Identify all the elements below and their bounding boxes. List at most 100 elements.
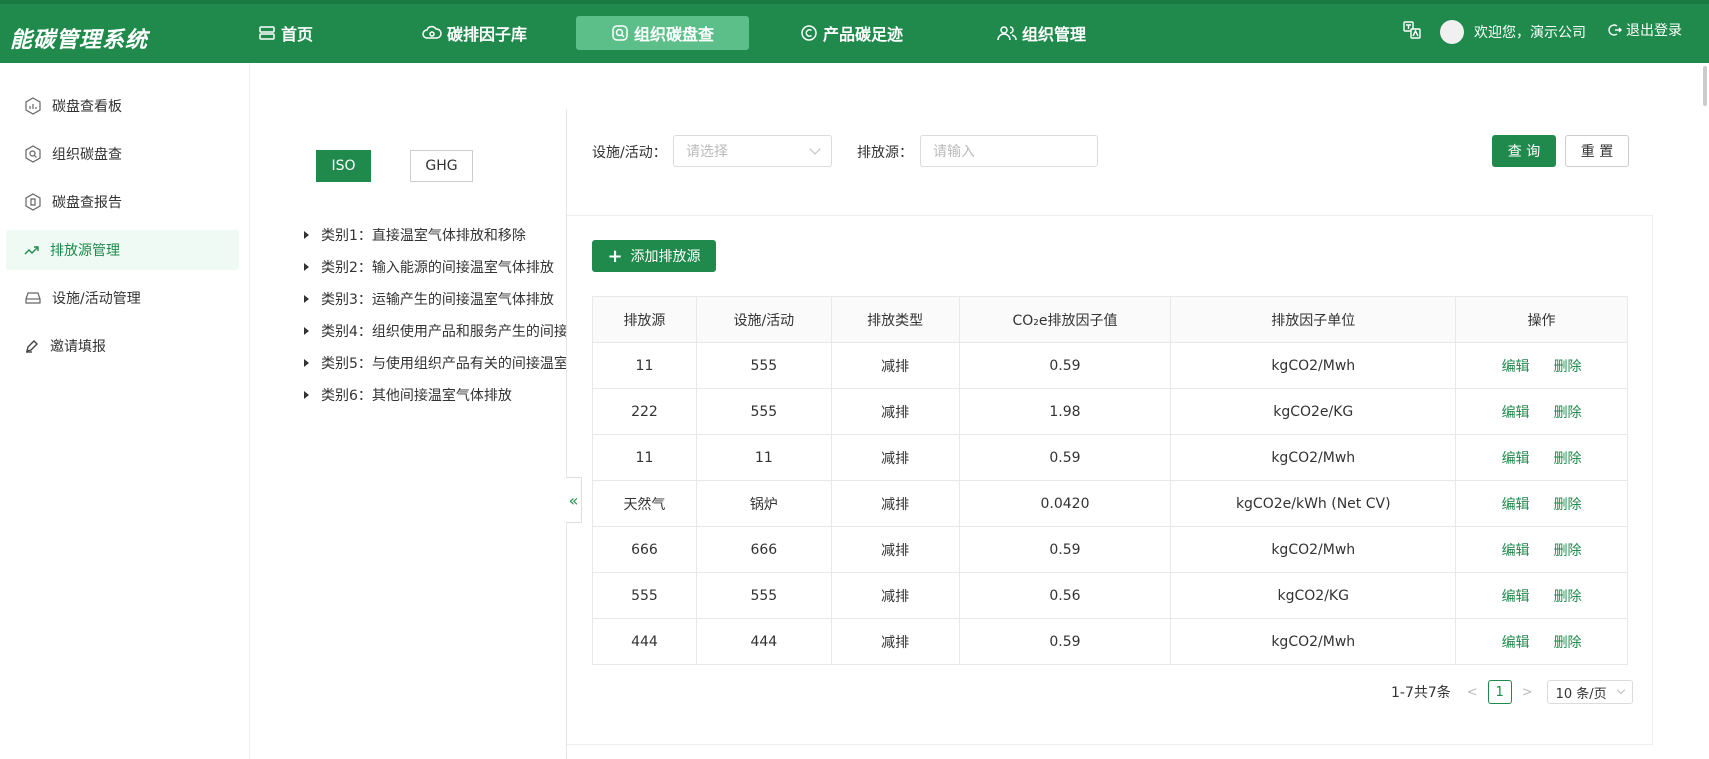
edit-link[interactable]: 编辑	[1502, 543, 1530, 559]
source-filter-label: 排放源：	[857, 145, 913, 161]
nav-org-management[interactable]: 组织管理	[983, 16, 1100, 50]
cell-type: 减排	[830, 388, 960, 435]
cell-factor: 0.0420	[958, 480, 1172, 527]
tree-item-label: 类别4：组织使用产品和服务产生的间接温室气体排放	[321, 324, 566, 340]
logout-icon	[1608, 24, 1622, 36]
nav-emission-factors[interactable]: 碳排因子库	[408, 16, 541, 50]
cell-actions: 编辑 删除	[1455, 434, 1628, 481]
pen-icon	[26, 340, 38, 353]
table-row: 222 555 减排 1.98 kgCO2e/KG 编辑 删除	[592, 388, 1628, 435]
language-switch[interactable]	[1402, 20, 1422, 40]
cell-facility: 555	[695, 388, 832, 435]
logout-button[interactable]: 退出登录	[1608, 20, 1682, 40]
page-number-button[interactable]: 1	[1487, 680, 1512, 704]
top-navbar: 能碳管理系统 首页 碳排因子库 组织碳盘查 产品碳足迹 组织管理 欢迎您，演示公…	[0, 0, 1709, 63]
edit-link[interactable]: 编辑	[1502, 497, 1530, 513]
cell-factor: 0.59	[958, 434, 1172, 481]
cell-type: 减排	[830, 526, 960, 573]
emission-source-table: 排放源 设施/活动 排放类型 CO₂e排放因子值 排放因子单位 操作 11 55…	[592, 296, 1628, 665]
cell-facility: 11	[695, 434, 832, 481]
nav-product-footprint[interactable]: 产品碳足迹	[786, 16, 917, 50]
prev-page-button[interactable]: <	[1467, 685, 1478, 700]
sidebar-item-dashboard[interactable]: 碳盘查看板	[6, 86, 239, 126]
tree-item-category-5[interactable]: 类别5：与使用组织产品有关的间接温室气体排放	[304, 353, 566, 373]
add-source-button[interactable]: + 添加排放源	[592, 240, 716, 272]
cell-facility: 555	[695, 342, 832, 389]
search-circle-icon	[612, 25, 628, 41]
query-button[interactable]: 查 询	[1492, 135, 1556, 167]
cell-source: 天然气	[592, 480, 697, 527]
tree-item-category-2[interactable]: 类别2：输入能源的间接温室气体排放	[304, 257, 566, 277]
user-info[interactable]: 欢迎您，演示公司	[1440, 20, 1586, 44]
cell-source: 555	[592, 572, 697, 619]
cell-type: 减排	[830, 480, 960, 527]
table-header-row: 排放源 设施/活动 排放类型 CO₂e排放因子值 排放因子单位 操作	[592, 296, 1628, 343]
cell-actions: 编辑 删除	[1455, 618, 1628, 665]
column-header: 操作	[1455, 296, 1628, 343]
chevron-down-icon	[1616, 685, 1625, 695]
pagination-summary: 1-7共7条	[1391, 685, 1451, 701]
cell-actions: 编辑 删除	[1455, 342, 1628, 389]
chart-hexagon-icon	[25, 97, 41, 115]
cell-factor: 0.59	[958, 526, 1172, 573]
avatar	[1440, 20, 1464, 44]
iso-standard-button[interactable]: ISO	[316, 150, 371, 182]
cell-source: 11	[592, 342, 697, 389]
column-header: 排放类型	[830, 296, 960, 343]
drive-icon	[25, 292, 41, 304]
tree-item-category-3[interactable]: 类别3：运输产生的间接温室气体排放	[304, 289, 566, 309]
delete-link[interactable]: 删除	[1554, 359, 1582, 375]
edit-link[interactable]: 编辑	[1502, 451, 1530, 467]
cell-type: 减排	[830, 572, 960, 619]
page-scrollbar[interactable]	[1703, 66, 1707, 106]
facility-select[interactable]: 请选择	[673, 135, 832, 167]
sidebar-item-facilities[interactable]: 设施/活动管理	[6, 278, 239, 318]
tree-item-label: 类别2：输入能源的间接温室气体排放	[321, 260, 554, 276]
cell-factor: 0.56	[958, 572, 1172, 619]
nav-org-inventory[interactable]: 组织碳盘查	[576, 16, 749, 50]
tree-item-category-4[interactable]: 类别4：组织使用产品和服务产生的间接温室气体排放	[304, 321, 566, 341]
cell-actions: 编辑 删除	[1455, 526, 1628, 573]
sidebar: 碳盘查看板 组织碳盘查 碳盘查报告 排放源管理 设施/活动管理 邀请填报	[0, 63, 250, 759]
sidebar-item-emission-sources[interactable]: 排放源管理	[6, 230, 239, 270]
next-page-button[interactable]: >	[1522, 685, 1533, 700]
tree-item-category-1[interactable]: 类别1：直接温室气体排放和移除	[304, 225, 566, 245]
cell-source: 444	[592, 618, 697, 665]
cell-factor: 0.59	[958, 618, 1172, 665]
sidebar-item-report[interactable]: 碳盘查报告	[6, 182, 239, 222]
cell-unit: kgCO2/Mwh	[1170, 434, 1457, 481]
welcome-text: 欢迎您，演示公司	[1474, 25, 1586, 41]
table-row: 天然气 锅炉 减排 0.0420 kgCO2e/kWh (Net CV) 编辑 删…	[592, 480, 1628, 527]
tree-item-label: 类别6：其他间接温室气体排放	[321, 388, 512, 404]
tree-item-category-6[interactable]: 类别6：其他间接温室气体排放	[304, 385, 566, 405]
page-size-select[interactable]: 10 条/页	[1546, 680, 1633, 704]
cell-source: 11	[592, 434, 697, 481]
source-input[interactable]: 请输入	[920, 135, 1098, 167]
cell-unit: kgCO2/Mwh	[1170, 618, 1457, 665]
edit-link[interactable]: 编辑	[1502, 589, 1530, 605]
delete-link[interactable]: 删除	[1554, 635, 1582, 651]
facility-filter-label: 设施/活动：	[592, 145, 667, 161]
translate-icon	[1403, 21, 1421, 39]
nav-home[interactable]: 首页	[244, 16, 327, 50]
cell-type: 减排	[830, 434, 960, 481]
ghg-standard-button[interactable]: GHG	[410, 150, 473, 182]
cell-actions: 编辑 删除	[1455, 388, 1628, 435]
edit-link[interactable]: 编辑	[1502, 635, 1530, 651]
caret-right-icon	[304, 295, 309, 303]
server-icon	[259, 26, 275, 40]
sidebar-item-org-inventory[interactable]: 组织碳盘查	[6, 134, 239, 174]
delete-link[interactable]: 删除	[1554, 451, 1582, 467]
cell-facility: 锅炉	[695, 480, 832, 527]
cell-facility: 444	[695, 618, 832, 665]
delete-link[interactable]: 删除	[1554, 497, 1582, 513]
reset-button[interactable]: 重 置	[1565, 135, 1629, 167]
edit-link[interactable]: 编辑	[1502, 405, 1530, 421]
delete-link[interactable]: 删除	[1554, 589, 1582, 605]
column-header: 排放源	[592, 296, 697, 343]
delete-link[interactable]: 删除	[1554, 543, 1582, 559]
edit-link[interactable]: 编辑	[1502, 359, 1530, 375]
sidebar-item-invite[interactable]: 邀请填报	[6, 326, 239, 366]
cell-unit: kgCO2e/KG	[1170, 388, 1457, 435]
delete-link[interactable]: 删除	[1554, 405, 1582, 421]
